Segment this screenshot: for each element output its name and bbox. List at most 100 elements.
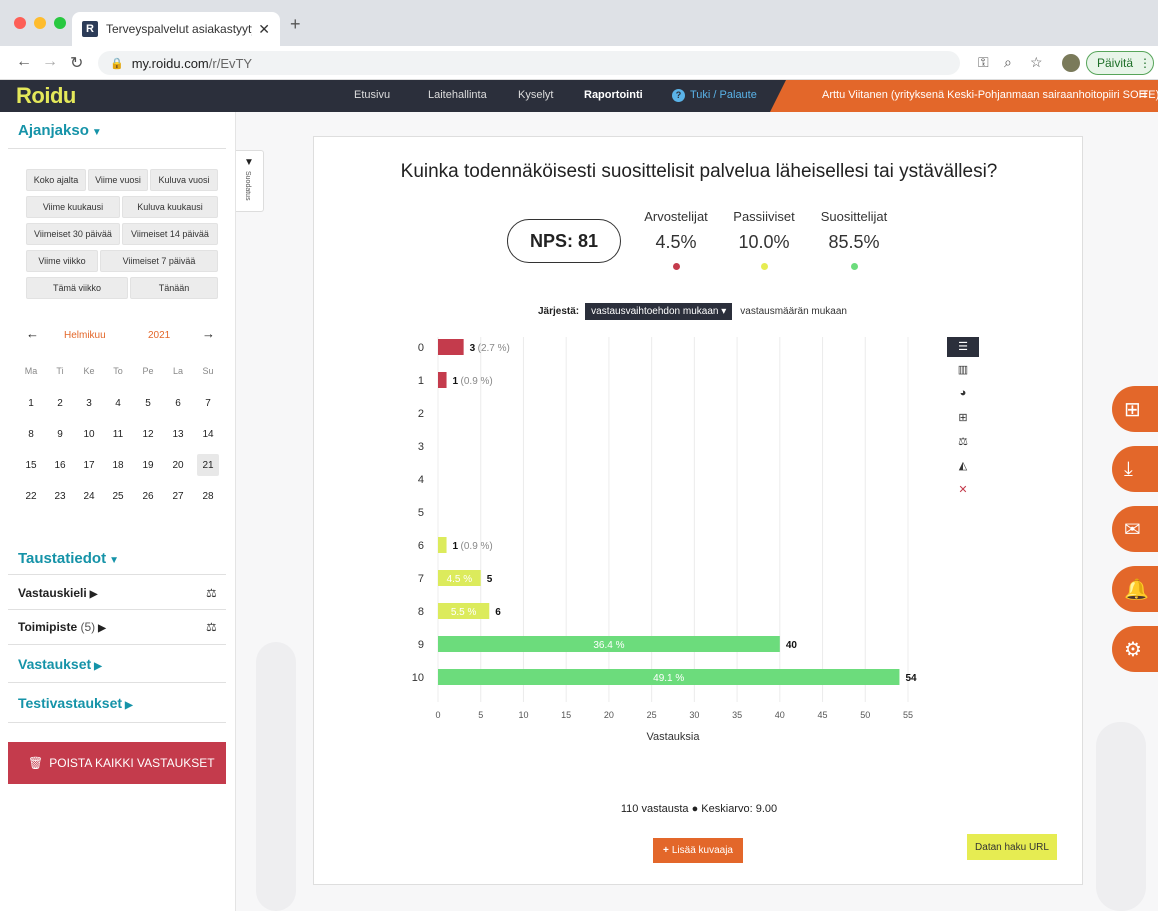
calendar-day[interactable]: 27 — [167, 485, 189, 507]
delete-all-answers-button[interactable]: 🗑 POISTA KAIKKI VASTAUKSET — [8, 742, 226, 784]
calendar-day[interactable]: 12 — [137, 423, 159, 445]
location-filter[interactable]: Toimipiste (5) ▶ — [18, 620, 106, 634]
calendar-day[interactable]: 22 — [20, 485, 42, 507]
calendar-day[interactable]: 24 — [78, 485, 100, 507]
bar-value-label: 6 — [495, 607, 501, 618]
settings-fab[interactable]: ⚙ — [1112, 626, 1158, 672]
calendar-day[interactable]: 20 — [167, 454, 189, 476]
period-tanaan[interactable]: Tänään — [130, 277, 218, 299]
pie-view-icon[interactable]: ◕ — [947, 387, 979, 399]
email-fab[interactable]: ✉ — [1112, 506, 1158, 552]
period-viime-viikko[interactable]: Viime viikko — [26, 250, 98, 272]
next-month-icon[interactable]: → — [202, 326, 215, 341]
calendar-day[interactable]: 23 — [49, 485, 71, 507]
nav-laitehallinta[interactable]: Laitehallinta — [428, 89, 487, 101]
answer-language-filter[interactable]: Vastauskieli ▶ — [18, 586, 97, 600]
calendar-day[interactable]: 5 — [137, 392, 159, 414]
calendar-day[interactable]: 28 — [197, 485, 219, 507]
calendar-day[interactable]: 16 — [49, 454, 71, 476]
calendar-day[interactable]: 25 — [107, 485, 129, 507]
calendar-day[interactable]: 26 — [137, 485, 159, 507]
maximize-window-button[interactable] — [54, 17, 66, 29]
calendar-day[interactable]: 21 — [197, 454, 219, 476]
calendar-day[interactable]: 15 — [20, 454, 42, 476]
table-fab[interactable]: ⊞ — [1112, 386, 1158, 432]
notifications-fab[interactable]: 🔔 — [1112, 566, 1158, 612]
scale-icon[interactable]: ⚖ — [206, 620, 217, 634]
envelope-icon: ✉ — [1124, 518, 1141, 541]
table-view-icon[interactable]: ⊞ — [947, 411, 979, 424]
x-tick-label: 0 — [435, 710, 440, 720]
update-button[interactable]: Päivitä ⋮ — [1086, 51, 1154, 75]
calendar-day[interactable]: 13 — [167, 423, 189, 445]
calendar-day[interactable]: 14 — [197, 423, 219, 445]
x-tick-label: 5 — [478, 710, 483, 720]
background-section-title[interactable]: Taustatiedot ▼ — [18, 550, 119, 567]
profile-avatar[interactable] — [1062, 54, 1080, 72]
minimize-window-button[interactable] — [34, 17, 46, 29]
period-viime-vuosi[interactable]: Viime vuosi — [88, 169, 148, 191]
new-tab-icon[interactable]: + — [290, 14, 301, 35]
location-count: (5) — [80, 620, 96, 634]
filter-toggle[interactable]: ▼ Suodatus — [236, 150, 264, 212]
browser-tab[interactable]: R Terveyspalvelut asiakastyytyväi ✕ — [72, 12, 280, 46]
calendar-day[interactable]: 2 — [49, 392, 71, 414]
calendar-weekday: Ke — [83, 366, 95, 376]
forward-icon[interactable]: → — [42, 53, 58, 71]
period-30-days[interactable]: Viimeiset 30 päivää — [26, 223, 120, 245]
calendar-day[interactable]: 18 — [107, 454, 129, 476]
area-view-icon[interactable]: ◭ — [947, 459, 979, 472]
nav-kyselyt[interactable]: Kyselyt — [518, 89, 553, 101]
bookmark-star-icon[interactable]: ☆ — [1030, 54, 1043, 71]
calendar-day[interactable]: 17 — [78, 454, 100, 476]
reload-icon[interactable]: ↻ — [70, 53, 83, 73]
period-kuluva-kuukausi[interactable]: Kuluva kuukausi — [122, 196, 218, 218]
period-kuluva-vuosi[interactable]: Kuluva vuosi — [150, 169, 218, 191]
close-window-button[interactable] — [14, 17, 26, 29]
logo[interactable]: Roidu — [16, 83, 76, 109]
download-fab[interactable]: ⤓ — [1112, 446, 1158, 492]
vertical-bar-view-icon[interactable]: ▥ — [947, 363, 979, 376]
calendar-day[interactable]: 9 — [49, 423, 71, 445]
calendar-year[interactable]: 2021 — [148, 330, 170, 341]
calendar-day[interactable]: 3 — [78, 392, 100, 414]
prev-month-icon[interactable]: ← — [26, 326, 39, 341]
nav-raportointi[interactable]: Raportointi — [584, 89, 643, 101]
support-link[interactable]: ? Tuki / Palaute — [672, 89, 757, 102]
compare-view-icon[interactable]: ⚖ — [947, 435, 979, 448]
zoom-icon[interactable]: ⌕ — [1004, 54, 1012, 71]
bar-value-label: 1 — [453, 376, 459, 387]
scale-icon[interactable]: ⚖ — [206, 586, 217, 600]
period-7-days[interactable]: Viimeiset 7 päivää — [100, 250, 218, 272]
hamburger-menu-icon[interactable]: ≡ — [1139, 86, 1148, 104]
data-url-button[interactable]: Datan haku URL — [967, 834, 1057, 860]
calendar-day[interactable]: 11 — [107, 423, 129, 445]
nav-etusivu[interactable]: Etusivu — [354, 89, 390, 101]
period-viime-kuukausi[interactable]: Viime kuukausi — [26, 196, 120, 218]
answers-section[interactable]: Vastaukset ▶ — [18, 656, 102, 672]
key-icon[interactable]: ⚿ — [978, 54, 989, 71]
calendar-day[interactable]: 1 — [20, 392, 42, 414]
add-chart-button[interactable]: + Lisää kuvaaja — [653, 838, 743, 863]
period-14-days[interactable]: Viimeiset 14 päivää — [122, 223, 218, 245]
more-icon: ⋮ — [1139, 56, 1152, 70]
calendar-day[interactable]: 8 — [20, 423, 42, 445]
address-bar[interactable]: 🔒 my.roidu.com/r/EvTY — [98, 51, 960, 75]
horizontal-bar-view-icon[interactable]: ☰ — [947, 337, 979, 357]
period-section-title[interactable]: Ajanjakso ▼ — [18, 122, 102, 139]
support-label: Tuki / Palaute — [690, 89, 757, 101]
calendar-day[interactable]: 4 — [107, 392, 129, 414]
calendar-month[interactable]: Helmikuu — [64, 330, 106, 341]
test-answers-section[interactable]: Testivastaukset ▶ — [18, 695, 133, 711]
user-name[interactable]: Arttu Viitanen (yrityksenä Keski-Pohjanm… — [822, 89, 1158, 101]
period-koko-ajalta[interactable]: Koko ajalta — [26, 169, 86, 191]
calendar-day[interactable]: 10 — [78, 423, 100, 445]
close-tab-icon[interactable]: ✕ — [258, 21, 270, 38]
calendar-day[interactable]: 19 — [137, 454, 159, 476]
back-icon[interactable]: ← — [16, 53, 32, 71]
y-category-label: 1 — [418, 375, 424, 387]
calendar-day[interactable]: 6 — [167, 392, 189, 414]
period-tama-viikko[interactable]: Tämä viikko — [26, 277, 128, 299]
remove-chart-icon[interactable]: ✕ — [947, 483, 979, 496]
calendar-day[interactable]: 7 — [197, 392, 219, 414]
